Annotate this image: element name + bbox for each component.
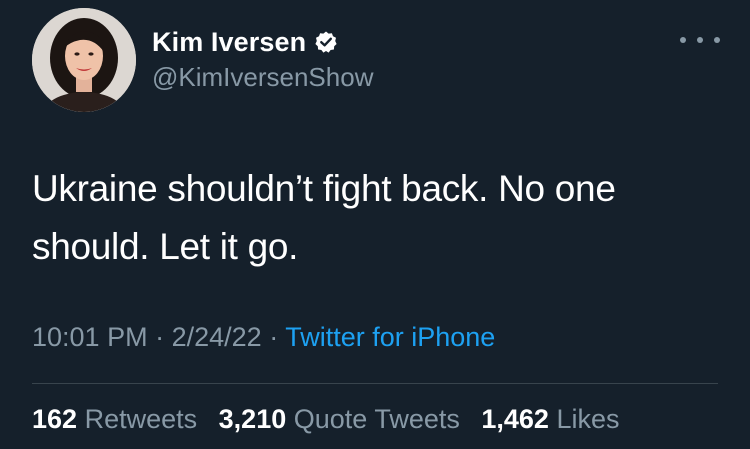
retweets-count: 162 — [32, 404, 78, 434]
tweet-stats: 162 Retweets 3,210 Quote Tweets 1,462 Li… — [32, 404, 620, 435]
tweet-card: Kim Iversen @KimIversenShow Ukraine shou… — [0, 0, 750, 449]
tweet-meta: 10:01 PM · 2/24/22 · Twitter for iPhone — [32, 322, 495, 353]
retweets-label: Retweets — [84, 404, 198, 434]
quote-tweets-stat[interactable]: 3,210 Quote Tweets — [219, 404, 460, 434]
dot-icon — [697, 37, 703, 43]
author-name-row[interactable]: Kim Iversen — [152, 24, 338, 60]
meta-separator: · — [155, 322, 165, 352]
tweet-date[interactable]: 2/24/22 — [172, 322, 262, 352]
verified-badge-icon — [314, 30, 338, 54]
meta-separator: · — [269, 322, 279, 352]
likes-count: 1,462 — [481, 404, 549, 434]
likes-stat[interactable]: 1,462 Likes — [481, 404, 619, 434]
quote-tweets-count: 3,210 — [218, 404, 287, 434]
tweet-text-line: Ukraine shouldn’t fight back. No one — [32, 168, 616, 209]
author-handle[interactable]: @KimIversenShow — [152, 62, 373, 93]
retweets-stat[interactable]: 162 Retweets — [32, 404, 197, 434]
dot-icon — [680, 37, 686, 43]
tweet-time[interactable]: 10:01 PM — [32, 322, 148, 352]
tweet-text-line: should. Let it go. — [32, 226, 299, 267]
display-name[interactable]: Kim Iversen — [152, 27, 306, 58]
divider — [32, 383, 718, 384]
tweet-source-link[interactable]: Twitter for iPhone — [285, 322, 495, 352]
profile-photo-icon — [32, 8, 136, 112]
likes-label: Likes — [556, 404, 620, 434]
dot-icon — [714, 37, 720, 43]
avatar[interactable] — [32, 8, 136, 112]
quote-tweets-label: Quote Tweets — [293, 404, 460, 434]
tweet-text: Ukraine shouldn’t fight back. No one sho… — [32, 160, 722, 276]
more-options-icon[interactable] — [680, 30, 720, 50]
